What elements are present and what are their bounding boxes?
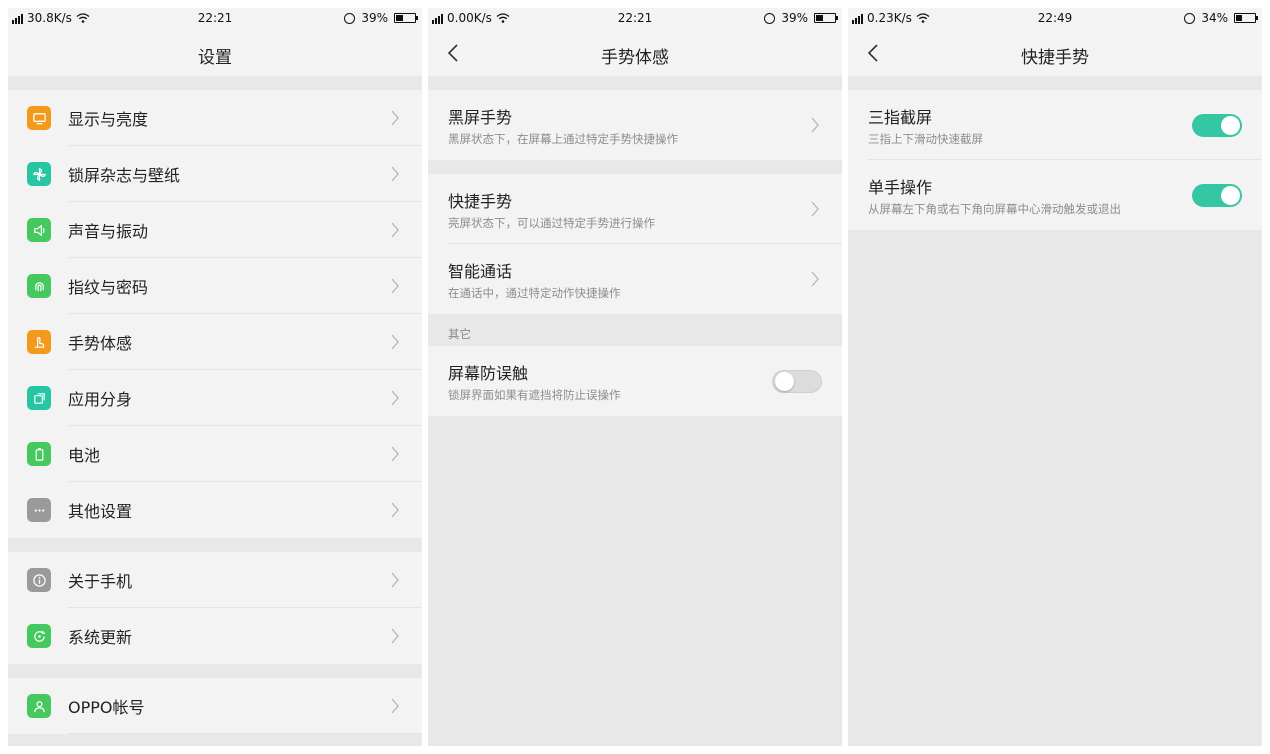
- section-header: 其它: [428, 314, 842, 346]
- more-icon: [27, 498, 51, 522]
- settings-item[interactable]: 声音与振动: [8, 202, 422, 258]
- item-black-screen-gesture[interactable]: 黑屏手势 黑屏状态下，在屏幕上通过特定手势快捷操作: [428, 90, 842, 160]
- settings-group-main: 显示与亮度锁屏杂志与壁纸 声音与振动指纹与密码手势体感应用分身电池其他设置: [8, 90, 422, 538]
- alarm-icon: [764, 12, 776, 24]
- settings-item[interactable]: 指纹与密码: [8, 258, 422, 314]
- settings-item-label: 手势体感: [68, 334, 133, 353]
- item-three-finger-screenshot: 三指截屏 三指上下滑动快速截屏: [848, 90, 1262, 160]
- status-bar: 0.00K/s 22:21 39%: [428, 8, 842, 30]
- settings-item-label: 关于手机: [68, 572, 133, 591]
- settings-item[interactable]: 锁屏杂志与壁纸: [8, 146, 422, 202]
- status-bar: 30.8K/s 22:21 39%: [8, 8, 422, 30]
- clone-icon: [27, 386, 51, 410]
- toggle-knob: [1221, 186, 1240, 205]
- settings-group-system: 关于手机 系统更新: [8, 552, 422, 664]
- alarm-icon: [344, 12, 356, 24]
- status-bar: 0.23K/s 22:49 34%: [848, 8, 1262, 30]
- fingerprint-icon: [27, 274, 51, 298]
- gesture-screen: 0.00K/s 22:21 39% 手势体感 黑屏手势 黑屏状态下，在屏幕上通过…: [428, 8, 842, 746]
- alarm-icon: [1184, 12, 1196, 24]
- three-finger-toggle[interactable]: [1192, 114, 1242, 137]
- settings-item[interactable]: 其他设置: [8, 482, 422, 538]
- battery-percent: 39%: [361, 11, 388, 25]
- item-title: 快捷手势: [448, 192, 513, 211]
- speaker-icon: [27, 218, 51, 242]
- item-subtitle: 从屏幕左下角或右下角向屏幕中心滑动触发或退出: [868, 202, 1121, 216]
- item-screen-mistouch: 屏幕防误触 锁屏界面如果有遮挡将防止误操作: [428, 346, 842, 416]
- item-subtitle: 黑屏状态下，在屏幕上通过特定手势快捷操作: [448, 132, 678, 146]
- chevron-right-icon: [811, 271, 819, 287]
- battery-icon: [1234, 13, 1258, 23]
- account-icon: [27, 694, 51, 718]
- settings-item-label: 应用分身: [68, 390, 133, 409]
- settings-item[interactable]: 关于手机: [8, 552, 422, 608]
- toggle-knob: [1221, 116, 1240, 135]
- settings-item[interactable]: OPPO帐号: [8, 678, 422, 734]
- page-title: 手势体感: [601, 48, 669, 68]
- title-bar: 手势体感: [428, 30, 842, 76]
- page-title: 设置: [198, 48, 232, 68]
- battery-icon: [814, 13, 838, 23]
- settings-item-label: 锁屏杂志与壁纸: [68, 166, 181, 185]
- settings-item[interactable]: 系统更新: [8, 608, 422, 664]
- chevron-right-icon: [391, 166, 399, 182]
- settings-item-label: 声音与振动: [68, 222, 149, 241]
- settings-item-label: 系统更新: [68, 628, 133, 647]
- pinwheel-icon: [27, 162, 51, 186]
- item-title: 三指截屏: [868, 108, 933, 127]
- settings-item[interactable]: 显示与亮度: [8, 90, 422, 146]
- hand-icon: [27, 330, 51, 354]
- one-hand-toggle[interactable]: [1192, 184, 1242, 207]
- settings-screen: 30.8K/s 22:21 39% 设置 显示与亮度锁屏杂志与壁纸 声音与振动指纹…: [8, 8, 422, 746]
- chevron-right-icon: [391, 628, 399, 644]
- settings-item-label: OPPO帐号: [68, 698, 145, 717]
- chevron-right-icon: [391, 110, 399, 126]
- info-icon: [27, 568, 51, 592]
- chevron-right-icon: [391, 390, 399, 406]
- chevron-right-icon: [391, 698, 399, 714]
- settings-item-label: 其他设置: [68, 502, 133, 521]
- settings-item-label: 显示与亮度: [68, 110, 149, 129]
- title-bar: 设置: [8, 30, 422, 76]
- chevron-right-icon: [391, 278, 399, 294]
- chevron-right-icon: [391, 572, 399, 588]
- display-icon: [27, 106, 51, 130]
- chevron-right-icon: [811, 201, 819, 217]
- item-one-hand-mode: 单手操作 从屏幕左下角或右下角向屏幕中心滑动触发或退出: [848, 160, 1262, 230]
- title-bar: 快捷手势: [848, 30, 1262, 76]
- item-smart-call[interactable]: 智能通话 在通话中，通过特定动作快捷操作: [428, 244, 842, 314]
- battery-icon: [394, 13, 418, 23]
- settings-group-account: OPPO帐号: [8, 678, 422, 734]
- item-title: 单手操作: [868, 178, 933, 197]
- mistouch-toggle[interactable]: [772, 370, 822, 393]
- battery-percent: 39%: [781, 11, 808, 25]
- item-subtitle: 三指上下滑动快速截屏: [868, 132, 983, 146]
- settings-item[interactable]: 应用分身: [8, 370, 422, 426]
- settings-item[interactable]: 手势体感: [8, 314, 422, 370]
- item-subtitle: 在通话中，通过特定动作快捷操作: [448, 286, 621, 300]
- quick-gesture-screen: 0.23K/s 22:49 34% 快捷手势 三指截屏 三指上下滑动快速截屏 单…: [848, 8, 1262, 746]
- chevron-right-icon: [391, 446, 399, 462]
- settings-item[interactable]: 电池: [8, 426, 422, 482]
- item-quick-gesture[interactable]: 快捷手势 亮屏状态下，可以通过特定手势进行操作: [428, 174, 842, 244]
- update-icon: [27, 624, 51, 648]
- settings-item-label: 电池: [68, 446, 101, 465]
- chevron-right-icon: [811, 117, 819, 133]
- item-title: 智能通话: [448, 262, 513, 281]
- item-subtitle: 亮屏状态下，可以通过特定手势进行操作: [448, 216, 655, 230]
- item-title: 屏幕防误触: [448, 364, 529, 383]
- battery-percent: 34%: [1201, 11, 1228, 25]
- battery-icon: [27, 442, 51, 466]
- page-title: 快捷手势: [1021, 48, 1089, 68]
- chevron-right-icon: [391, 502, 399, 518]
- chevron-right-icon: [391, 222, 399, 238]
- item-title: 黑屏手势: [448, 108, 513, 127]
- chevron-right-icon: [391, 334, 399, 350]
- item-subtitle: 锁屏界面如果有遮挡将防止误操作: [448, 388, 621, 402]
- toggle-knob: [775, 372, 794, 391]
- settings-item-label: 指纹与密码: [68, 278, 149, 297]
